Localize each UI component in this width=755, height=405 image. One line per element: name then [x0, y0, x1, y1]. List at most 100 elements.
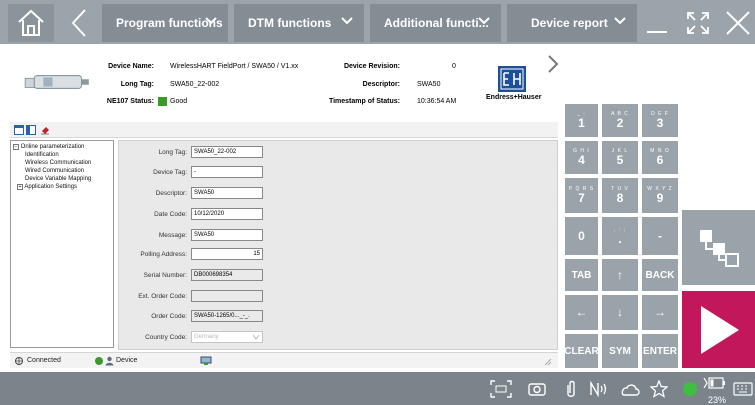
play-icon — [700, 305, 739, 354]
chevron-down-icon — [341, 17, 353, 25]
connection-status: Connected — [27, 357, 61, 364]
connection-icon — [15, 357, 23, 365]
ne107-status-value: Good — [170, 98, 188, 105]
message-input[interactable]: SWA50 — [191, 229, 263, 241]
form-row-message: Message: SWA50 — [119, 229, 419, 243]
ext-order-code-field — [191, 290, 263, 302]
tree-item-wired-communication[interactable]: Wired Communication — [13, 167, 113, 175]
form-row-ext-order-code: Ext. Order Code: — [119, 290, 419, 304]
tree-item-online-parameterization[interactable]: − Online parameterization — [13, 143, 113, 151]
menu-dtm-functions[interactable]: DTM functions — [234, 4, 364, 42]
tree-item-identification[interactable]: Identification — [13, 151, 113, 159]
field-label: Long Tag: — [158, 149, 187, 156]
key-4[interactable]: G H I4 — [565, 141, 598, 174]
field-label: Country Code: — [145, 334, 187, 341]
layout-icon[interactable] — [14, 125, 24, 135]
key-0[interactable]: 0 — [565, 217, 598, 255]
ne107-status-label: NE107 Status: — [106, 98, 154, 105]
form-row-device-tag: Device Tag: - — [119, 166, 419, 180]
expand-button[interactable] — [682, 4, 714, 42]
key-8[interactable]: T U V8 — [602, 178, 638, 213]
key-3[interactable]: D E F3 — [642, 104, 678, 137]
field-label: Order Code: — [151, 313, 187, 320]
device-image — [24, 75, 89, 89]
key-enter[interactable]: ENTER — [642, 334, 678, 368]
long-tag-input[interactable]: SWA50_22-002 — [191, 146, 263, 158]
key-1[interactable]: _ -1 — [565, 104, 598, 137]
menu-device-report[interactable]: Device report — [507, 4, 637, 42]
device-name-value: WirelessHART FieldPort / SWA50 / V1.xx — [170, 63, 299, 70]
attach-tool[interactable] — [560, 372, 582, 405]
key-arrow-right[interactable]: → — [642, 295, 678, 330]
form-row-descriptor: Descriptor: SWA50 — [119, 187, 419, 201]
field-label: Message: — [158, 232, 187, 239]
camera-tool[interactable] — [524, 372, 550, 405]
home-button[interactable] — [8, 4, 54, 42]
device-status: Device — [116, 357, 138, 364]
device-tag-input[interactable]: - — [191, 166, 263, 178]
field-label: Date Code: — [154, 211, 187, 218]
key-arrow-up[interactable]: ↑ — [602, 259, 638, 291]
menu-label: Device report — [531, 16, 608, 30]
keyboard-icon — [733, 381, 753, 396]
back-button[interactable] — [62, 4, 96, 42]
menu-label: Additional functi... — [384, 16, 489, 30]
tree-item-wireless-communication[interactable]: Wireless Communication — [13, 159, 113, 167]
form-row-country-code: Country Code: Germany — [119, 331, 419, 345]
key-7[interactable]: P Q R S7 — [565, 178, 598, 213]
expand-icon[interactable]: + — [17, 184, 23, 190]
field-label: Serial Number: — [143, 272, 187, 279]
chevron-down-icon — [478, 17, 490, 25]
topology-button[interactable] — [682, 210, 755, 285]
minimize-button[interactable] — [642, 4, 672, 42]
resize-grip-icon[interactable] — [544, 358, 552, 366]
minimize-icon — [647, 31, 667, 33]
vendor-name: Endress+Hauser — [486, 94, 542, 101]
tree-item-application-settings[interactable]: + Application Settings — [13, 183, 113, 191]
home-icon — [18, 9, 44, 36]
key-arrow-left[interactable]: ← — [565, 295, 598, 330]
cloud-tool[interactable] — [616, 372, 644, 405]
long-tag-label: Long Tag: — [120, 81, 154, 88]
key-clear[interactable]: CLEAR — [564, 334, 599, 368]
key-minus[interactable]: - — [642, 217, 678, 255]
key-6[interactable]: M N O6 — [642, 141, 678, 174]
form-row-long-tag: Long Tag: SWA50_22-002 — [119, 146, 419, 160]
cloud-icon — [621, 383, 640, 396]
chevron-right-icon[interactable] — [546, 54, 560, 74]
nfc-tool[interactable] — [588, 372, 612, 405]
eraser-icon[interactable] — [40, 125, 50, 135]
play-button[interactable] — [682, 291, 755, 368]
key-9[interactable]: W X Y Z9 — [642, 178, 678, 213]
screenshot-tool[interactable] — [486, 372, 516, 405]
polling-address-input[interactable]: 15 — [191, 248, 263, 260]
key-dot[interactable]: , : ;. — [602, 217, 638, 255]
field-label: Descriptor: — [155, 190, 187, 197]
close-button[interactable] — [722, 4, 754, 42]
date-code-input[interactable]: 10/12/2020 — [191, 208, 263, 220]
status-dot-icon — [683, 381, 697, 396]
key-arrow-down[interactable]: ↓ — [602, 295, 638, 330]
descriptor-input[interactable]: SWA50 — [191, 187, 263, 199]
menu-program-functions[interactable]: Program functions — [102, 4, 228, 42]
key-5[interactable]: J K L5 — [602, 141, 638, 174]
key-2[interactable]: A B C2 — [602, 104, 638, 137]
key-back[interactable]: BACK — [642, 259, 678, 291]
key-sym[interactable]: SYM — [602, 334, 638, 368]
expand-icon — [687, 12, 709, 34]
endress-hauser-logo — [498, 66, 526, 92]
field-label: Device Tag: — [153, 169, 187, 176]
menu-additional-functions[interactable]: Additional functi... — [370, 4, 501, 42]
window-icon[interactable] — [26, 125, 36, 135]
collapse-icon[interactable]: − — [13, 144, 19, 150]
user-icon — [105, 356, 114, 366]
status-bar: Connected Device — [10, 352, 558, 368]
keyboard-tool[interactable] — [732, 372, 754, 405]
tree-item-device-variable-mapping[interactable]: Device Variable Mapping — [13, 175, 113, 183]
favorites-tool[interactable] — [646, 372, 672, 405]
field-label: Ext. Order Code: — [138, 293, 187, 300]
nfc-icon — [590, 380, 607, 397]
network-icon — [200, 356, 212, 365]
scan-icon — [490, 379, 512, 398]
key-tab[interactable]: TAB — [565, 259, 598, 291]
